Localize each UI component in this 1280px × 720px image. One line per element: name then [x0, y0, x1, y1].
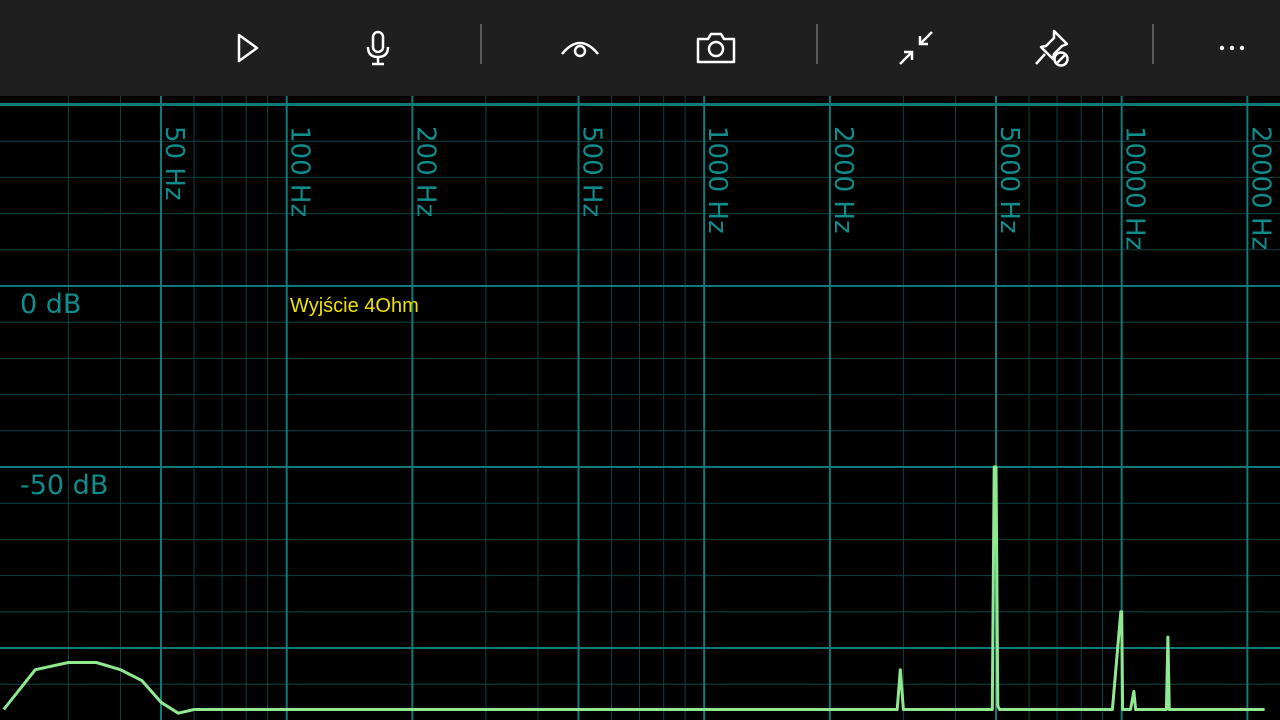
toolbar-separator — [480, 24, 482, 64]
microphone-button[interactable] — [354, 24, 402, 72]
x-tick-label: 50 Hz — [159, 126, 189, 201]
toolbar-separator — [1152, 24, 1154, 64]
compact-view-button[interactable] — [892, 24, 940, 72]
x-tick-label: 20000 Hz — [1245, 126, 1275, 250]
x-tick-label: 500 Hz — [577, 126, 607, 217]
play-icon — [237, 33, 259, 63]
play-button[interactable] — [222, 24, 270, 72]
x-tick-label: 2000 Hz — [828, 126, 858, 234]
x-tick-label: 10000 Hz — [1120, 126, 1150, 250]
unpin-button[interactable] — [1028, 24, 1076, 72]
toolbar — [0, 0, 1280, 96]
eye-icon — [561, 41, 599, 58]
microphone-icon — [366, 30, 390, 66]
toolbar-separator — [816, 24, 818, 64]
x-tick-label: 200 Hz — [410, 126, 440, 217]
spectrum-chart: 50 Hz 100 Hz 200 Hz 500 Hz 1000 Hz 2000 Hz 500… — [0, 96, 1280, 720]
unpin-icon — [1035, 29, 1069, 67]
spectrum-plot[interactable]: 50 Hz 100 Hz 200 Hz 500 Hz 1000 Hz 2000 Hz 500… — [0, 96, 1280, 720]
collapse-arrows-icon — [899, 31, 933, 65]
screenshot-button[interactable] — [692, 24, 740, 72]
y-tick-label: 0 dB — [20, 289, 81, 320]
more-options-button[interactable] — [1208, 24, 1256, 72]
chart-annotation: Wyjście 4Ohm — [290, 295, 419, 317]
y-tick-label: -50 dB — [20, 470, 108, 501]
view-button[interactable] — [556, 24, 604, 72]
x-tick-label: 100 Hz — [285, 126, 315, 217]
x-tick-label: 5000 Hz — [994, 126, 1024, 234]
camera-icon — [696, 32, 736, 64]
more-icon — [1219, 45, 1245, 51]
x-tick-label: 1000 Hz — [702, 126, 732, 234]
